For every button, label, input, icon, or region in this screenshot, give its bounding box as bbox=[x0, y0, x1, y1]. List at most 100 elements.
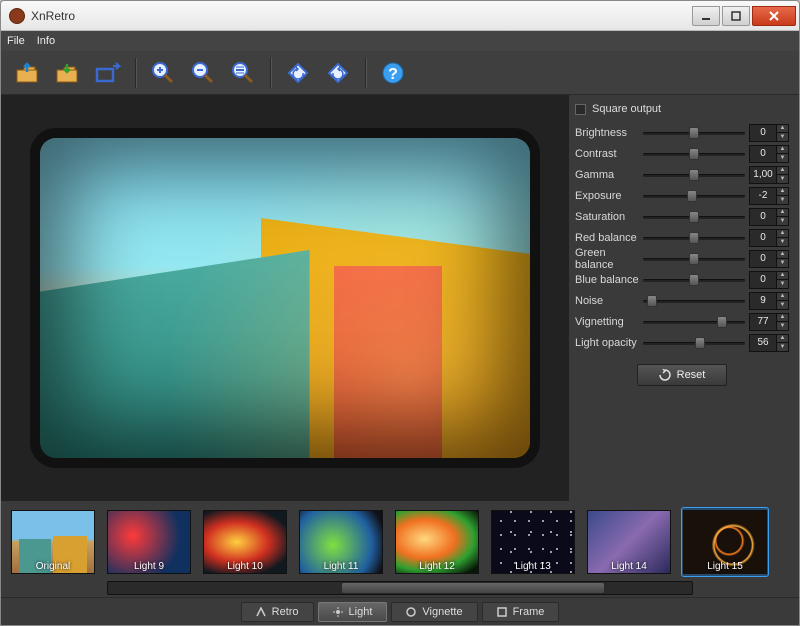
effect-thumb-light-10[interactable]: Light 10 bbox=[201, 507, 289, 577]
slider-brightness[interactable] bbox=[643, 126, 745, 140]
spin-down[interactable]: ▼ bbox=[776, 217, 788, 225]
effect-thumb-light-12[interactable]: Light 12 bbox=[393, 507, 481, 577]
tab-label: Retro bbox=[272, 606, 299, 618]
original-thumb[interactable]: Original bbox=[9, 507, 97, 577]
slider-row-blue-balance: Blue balance0▲▼ bbox=[575, 269, 789, 290]
tab-retro[interactable]: Retro bbox=[241, 602, 314, 622]
spin-down[interactable]: ▼ bbox=[776, 259, 788, 267]
tab-light[interactable]: Light bbox=[318, 602, 388, 622]
slider-row-noise: Noise9▲▼ bbox=[575, 290, 789, 311]
open-button[interactable] bbox=[11, 56, 45, 90]
slider-label: Saturation bbox=[575, 211, 643, 223]
spin-saturation[interactable]: 0▲▼ bbox=[749, 208, 789, 226]
slider-blue-balance[interactable] bbox=[643, 273, 745, 287]
spin-up[interactable]: ▲ bbox=[776, 314, 788, 323]
slider-noise[interactable] bbox=[643, 294, 745, 308]
spin-green-balance[interactable]: 0▲▼ bbox=[749, 250, 789, 268]
spin-down[interactable]: ▼ bbox=[776, 280, 788, 288]
spin-vignetting[interactable]: 77▲▼ bbox=[749, 313, 789, 331]
square-output-label: Square output bbox=[592, 103, 661, 115]
slider-label: Gamma bbox=[575, 169, 643, 181]
spin-noise[interactable]: 9▲▼ bbox=[749, 292, 789, 310]
spin-value: 0 bbox=[750, 209, 776, 225]
reset-button[interactable]: Reset bbox=[637, 364, 727, 386]
retro-icon bbox=[256, 607, 266, 617]
spin-down[interactable]: ▼ bbox=[776, 301, 788, 309]
zoom-in-button[interactable] bbox=[146, 56, 180, 90]
spin-gamma[interactable]: 1,00▲▼ bbox=[749, 166, 789, 184]
preview-area bbox=[1, 95, 569, 501]
spin-exposure[interactable]: -2▲▼ bbox=[749, 187, 789, 205]
spin-down[interactable]: ▼ bbox=[776, 196, 788, 204]
slider-light-opacity[interactable] bbox=[643, 336, 745, 350]
slider-label: Exposure bbox=[575, 190, 643, 202]
spin-down[interactable]: ▼ bbox=[776, 133, 788, 141]
effect-thumb-light-15[interactable]: Light 15 bbox=[681, 507, 769, 577]
effect-thumb-light-14[interactable]: Light 14 bbox=[585, 507, 673, 577]
strip-scrollbar[interactable] bbox=[107, 581, 693, 595]
spin-light-opacity[interactable]: 56▲▼ bbox=[749, 334, 789, 352]
preview-image bbox=[40, 138, 530, 458]
spin-value: 9 bbox=[750, 293, 776, 309]
effect-strip: OriginalLight 9Light 10Light 11Light 12L… bbox=[1, 501, 799, 597]
zoom-fit-button[interactable] bbox=[226, 56, 260, 90]
spin-blue-balance[interactable]: 0▲▼ bbox=[749, 271, 789, 289]
tab-vignette[interactable]: Vignette bbox=[391, 602, 477, 622]
spin-up[interactable]: ▲ bbox=[776, 188, 788, 197]
rotate-left-button[interactable] bbox=[281, 56, 315, 90]
effect-thumb-light-9[interactable]: Light 9 bbox=[105, 507, 193, 577]
spin-brightness[interactable]: 0▲▼ bbox=[749, 124, 789, 142]
share-button[interactable] bbox=[91, 56, 125, 90]
slider-contrast[interactable] bbox=[643, 147, 745, 161]
effect-thumb-light-11[interactable]: Light 11 bbox=[297, 507, 385, 577]
spin-value: 0 bbox=[750, 251, 776, 267]
slider-saturation[interactable] bbox=[643, 210, 745, 224]
close-button[interactable] bbox=[752, 6, 796, 26]
spin-down[interactable]: ▼ bbox=[776, 322, 788, 330]
effect-thumb-light-13[interactable]: Light 13 bbox=[489, 507, 577, 577]
slider-gamma[interactable] bbox=[643, 168, 745, 182]
titlebar[interactable]: XnRetro bbox=[1, 1, 799, 31]
spin-up[interactable]: ▲ bbox=[776, 167, 788, 176]
save-button[interactable] bbox=[51, 56, 85, 90]
slider-row-light-opacity: Light opacity56▲▼ bbox=[575, 332, 789, 353]
slider-exposure[interactable] bbox=[643, 189, 745, 203]
spin-up[interactable]: ▲ bbox=[776, 230, 788, 239]
spin-value: -2 bbox=[750, 188, 776, 204]
menu-file[interactable]: File bbox=[7, 35, 25, 47]
original-thumb-image bbox=[11, 510, 95, 574]
slider-label: Red balance bbox=[575, 232, 643, 244]
spin-down[interactable]: ▼ bbox=[776, 343, 788, 351]
preview-frame bbox=[30, 128, 540, 468]
rotate-right-button[interactable] bbox=[321, 56, 355, 90]
slider-red-balance[interactable] bbox=[643, 231, 745, 245]
slider-label: Contrast bbox=[575, 148, 643, 160]
spin-down[interactable]: ▼ bbox=[776, 154, 788, 162]
help-button[interactable]: ? bbox=[376, 56, 410, 90]
spin-up[interactable]: ▲ bbox=[776, 146, 788, 155]
spin-down[interactable]: ▼ bbox=[776, 175, 788, 183]
slider-vignetting[interactable] bbox=[643, 315, 745, 329]
spin-down[interactable]: ▼ bbox=[776, 238, 788, 246]
strip-scrollbar-thumb[interactable] bbox=[342, 583, 605, 593]
square-output-checkbox[interactable] bbox=[575, 104, 586, 115]
slider-row-red-balance: Red balance 0▲▼ bbox=[575, 227, 789, 248]
spin-value: 0 bbox=[750, 125, 776, 141]
effect-thumb-image bbox=[587, 510, 671, 574]
slider-label: Brightness bbox=[575, 127, 643, 139]
spin-up[interactable]: ▲ bbox=[776, 335, 788, 344]
minimize-button[interactable] bbox=[692, 6, 720, 26]
menubar: File Info bbox=[1, 31, 799, 51]
spin-up[interactable]: ▲ bbox=[776, 293, 788, 302]
spin-up[interactable]: ▲ bbox=[776, 125, 788, 134]
spin-red-balance[interactable]: 0▲▼ bbox=[749, 229, 789, 247]
maximize-button[interactable] bbox=[722, 6, 750, 26]
spin-contrast[interactable]: 0▲▼ bbox=[749, 145, 789, 163]
tab-frame[interactable]: Frame bbox=[482, 602, 560, 622]
spin-up[interactable]: ▲ bbox=[776, 272, 788, 281]
spin-up[interactable]: ▲ bbox=[776, 209, 788, 218]
zoom-out-button[interactable] bbox=[186, 56, 220, 90]
slider-green-balance[interactable] bbox=[643, 252, 745, 266]
menu-info[interactable]: Info bbox=[37, 35, 55, 47]
spin-up[interactable]: ▲ bbox=[776, 251, 788, 260]
